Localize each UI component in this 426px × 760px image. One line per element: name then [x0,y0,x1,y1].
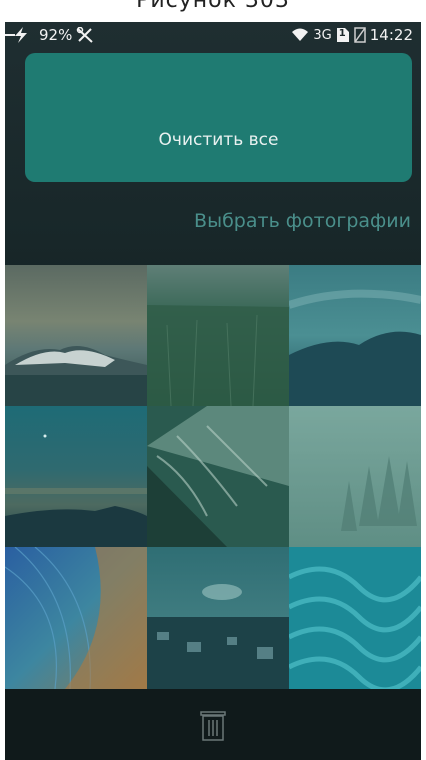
figure-caption: Рисунок 303 [136,0,290,13]
sim-icon: 1 [336,27,350,43]
wallpaper-thumbnail[interactable] [289,547,421,689]
clear-all-label: Очистить все [158,129,279,150]
network-type: 3G [313,27,332,43]
wallpaper-thumbnail[interactable] [147,547,289,689]
status-bar: 92% 3G 1 14:22 [5,22,421,48]
wifi-icon [291,28,309,42]
wallpaper-thumbnail[interactable] [5,265,147,406]
wallpaper-thumbnail[interactable] [5,406,147,547]
trash-icon[interactable] [198,708,228,742]
wallpaper-thumbnail[interactable] [289,406,421,547]
status-right: 3G 1 14:22 [291,26,413,44]
lightning-icon [5,27,35,43]
wallpaper-thumbnail[interactable] [289,265,421,406]
choose-photos-link[interactable]: Выбрать фотографии [194,210,411,232]
sim-number: 1 [338,28,346,39]
clock: 14:22 [369,26,413,44]
clear-all-button[interactable]: Очистить все [25,53,412,182]
wallpaper-grid [5,265,421,689]
bottom-bar [5,689,421,760]
signal-off-icon [354,27,366,43]
wallpaper-thumbnail[interactable] [147,265,289,406]
crossed-tools-icon [76,27,94,43]
wallpaper-thumbnail[interactable] [147,406,289,547]
battery-percent: 92% [39,26,73,44]
wallpaper-thumbnail[interactable] [5,547,147,689]
phone-screen: 92% 3G 1 14:22 Очистить все Выбрать фото… [5,22,421,760]
status-left: 92% [5,26,94,44]
